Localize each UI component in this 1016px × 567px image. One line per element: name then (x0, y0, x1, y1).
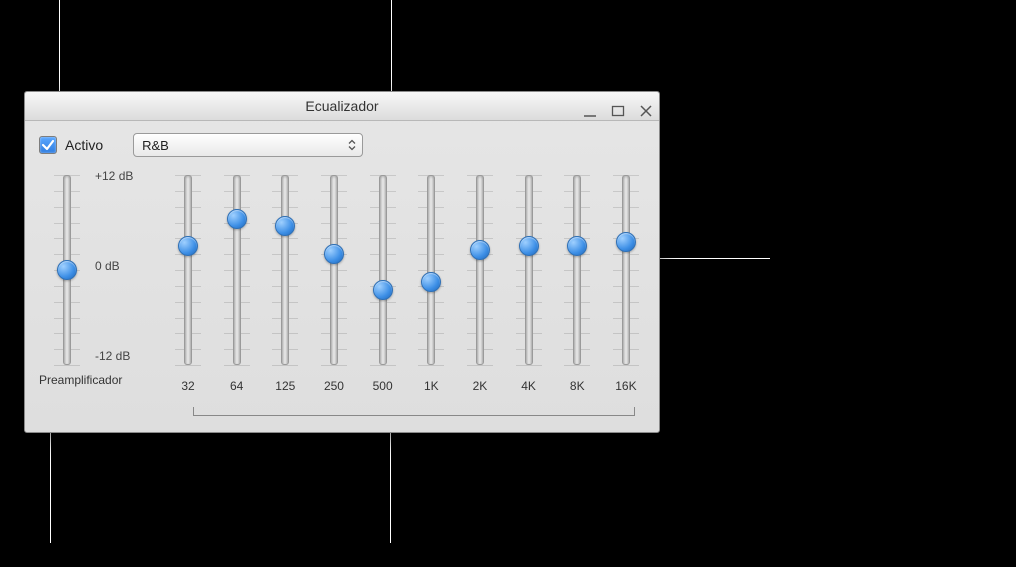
eq-area: +12 dB 0 dB -12 dB Preamplificador 32 64 1… (25, 163, 659, 413)
band-thumb-250[interactable] (324, 244, 344, 264)
band-250 (317, 171, 351, 365)
band-2K (463, 171, 497, 365)
band-4K (512, 171, 546, 365)
db-scale: +12 dB 0 dB -12 dB (95, 171, 165, 365)
band-1K (414, 171, 448, 365)
checkmark-icon (41, 138, 55, 152)
callout-line-preset (391, 0, 392, 91)
freq-label-16K: 16K (609, 379, 643, 399)
freq-label-1K: 1K (414, 379, 448, 399)
preamp-thumb[interactable] (57, 260, 77, 280)
band-thumb-125[interactable] (275, 216, 295, 236)
band-slider-250[interactable] (324, 175, 344, 365)
band-thumb-8K[interactable] (567, 236, 587, 256)
slider-groove (525, 175, 533, 365)
minimize-button[interactable] (583, 99, 597, 113)
band-125 (268, 171, 302, 365)
db-label-top: +12 dB (95, 169, 133, 183)
preset-select[interactable]: R&B (133, 133, 363, 157)
band-32 (171, 171, 205, 365)
equalizer-window: Ecualizador Activo R&B (24, 91, 660, 433)
band-slider-4K[interactable] (519, 175, 539, 365)
band-thumb-32[interactable] (178, 236, 198, 256)
callout-line-bands (390, 433, 391, 543)
db-label-mid: 0 dB (95, 259, 120, 273)
callout-line-active (59, 0, 60, 91)
band-slider-64[interactable] (227, 175, 247, 365)
maximize-button[interactable] (611, 99, 625, 113)
band-8K (560, 171, 594, 365)
band-16K (609, 171, 643, 365)
freq-label-125: 125 (268, 379, 302, 399)
freq-label-2K: 2K (463, 379, 497, 399)
preset-value: R&B (142, 138, 169, 153)
band-64 (220, 171, 254, 365)
labels-row: Preamplificador 32 64 125 250 500 1K 2K 4K 8K 16K (39, 371, 645, 399)
slider-groove (330, 175, 338, 365)
callout-line-preamp (50, 433, 51, 543)
band-thumb-16K[interactable] (616, 232, 636, 252)
freq-label-500: 500 (366, 379, 400, 399)
band-thumb-64[interactable] (227, 209, 247, 229)
band-thumb-2K[interactable] (470, 240, 490, 260)
band-slider-16K[interactable] (616, 175, 636, 365)
freq-label-64: 64 (220, 379, 254, 399)
band-slider-2K[interactable] (470, 175, 490, 365)
slider-groove (281, 175, 289, 365)
window-controls (583, 92, 653, 120)
band-500 (366, 171, 400, 365)
freq-label-250: 250 (317, 379, 351, 399)
db-label-bottom: -12 dB (95, 349, 130, 363)
preamp-column (39, 171, 95, 365)
callout-line-sliders (660, 258, 770, 259)
slider-groove (184, 175, 192, 365)
eq-grid: +12 dB 0 dB -12 dB (39, 171, 645, 365)
freq-label-32: 32 (171, 379, 205, 399)
bands-column (165, 171, 645, 365)
band-thumb-1K[interactable] (421, 272, 441, 292)
band-slider-500[interactable] (373, 175, 393, 365)
band-thumb-4K[interactable] (519, 236, 539, 256)
preamp-slider[interactable] (57, 175, 77, 365)
band-slider-8K[interactable] (567, 175, 587, 365)
slider-groove (379, 175, 387, 365)
bands-bracket (193, 407, 635, 416)
band-slider-125[interactable] (275, 175, 295, 365)
titlebar: Ecualizador (25, 92, 659, 121)
slider-groove (476, 175, 484, 365)
slider-groove (573, 175, 581, 365)
freq-labels: 32 64 125 250 500 1K 2K 4K 8K 16K (165, 371, 645, 399)
band-slider-32[interactable] (178, 175, 198, 365)
chevron-up-down-icon (348, 140, 356, 151)
slider-groove (233, 175, 241, 365)
band-thumb-500[interactable] (373, 280, 393, 300)
window-title: Ecualizador (305, 98, 378, 114)
active-checkbox[interactable] (39, 136, 57, 154)
controls-row: Activo R&B (25, 121, 659, 163)
close-button[interactable] (639, 99, 653, 113)
active-label: Activo (65, 137, 103, 153)
freq-label-8K: 8K (560, 379, 594, 399)
slider-groove (622, 175, 630, 365)
preamp-caption: Preamplificador (39, 373, 122, 387)
freq-label-4K: 4K (512, 379, 546, 399)
slider-groove (427, 175, 435, 365)
band-slider-1K[interactable] (421, 175, 441, 365)
